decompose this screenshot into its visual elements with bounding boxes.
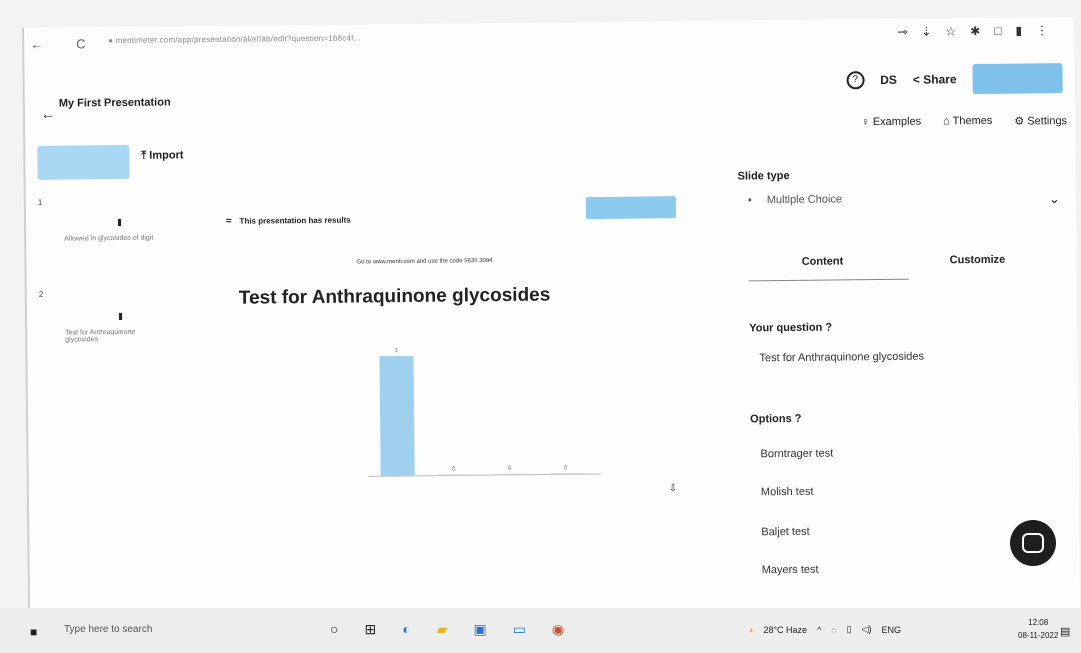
active-tab-underline (748, 278, 909, 282)
clock-date: 08-11-2022 (1018, 631, 1059, 640)
browser-back-icon[interactable]: ← (30, 37, 43, 52)
slide-type-value: Multiple Choice (766, 193, 843, 207)
thumbnail-bar (118, 312, 123, 320)
chart-bar (379, 355, 415, 477)
task-view-icon[interactable]: ⊞ (364, 621, 376, 638)
join-instructions: Go to www.menti.com and use the code 563… (356, 258, 493, 266)
extension-icon[interactable]: ⊸ (897, 25, 907, 39)
tray-chevron-icon[interactable]: ^ (817, 625, 821, 635)
slide-type-icon: ▪ (747, 194, 752, 207)
language-indicator[interactable]: ENG (882, 625, 902, 635)
chart-data-label: 1 (395, 348, 399, 354)
puzzle-icon[interactable]: ✱ (970, 24, 980, 38)
results-notice: ≈ This presentation has results (226, 215, 351, 227)
file-explorer-icon[interactable]: ▰ (437, 621, 448, 638)
browser-window: ← C ● mentimeter.com/app/presentation/al… (22, 16, 1081, 640)
slide-thumbnail-1[interactable]: 1 Allowed in glycosides of digit (34, 196, 215, 258)
taskbar-search-input[interactable]: Type here to search (64, 624, 152, 635)
store-icon[interactable]: ▣ (473, 621, 486, 638)
bookmark-star-icon[interactable]: ☆ (945, 24, 956, 38)
reset-results-button[interactable] (585, 196, 677, 220)
download-icon[interactable]: ⇩ (669, 483, 678, 494)
chart-data-label: 0 (508, 466, 512, 472)
slide-number: 1 (37, 197, 43, 207)
mail-icon[interactable]: ▭ (513, 621, 526, 638)
system-tray: ◑ 28°C Haze ^ ◌ ▯ ◁) ENG (748, 624, 901, 635)
back-arrow-icon[interactable]: ← (41, 106, 55, 122)
slide-type-select[interactable]: ▪ Multiple Choice (748, 191, 1048, 206)
tab-customize[interactable]: Customize (950, 254, 1006, 267)
results-text: This presentation has results (239, 215, 351, 226)
import-button[interactable]: ⤒ Import (141, 149, 183, 162)
themes-link[interactable]: ⌂ Themes (943, 115, 992, 129)
weather-text[interactable]: 28°C Haze (763, 625, 807, 635)
thumbnail-bar (118, 218, 122, 227)
top-links: ♀ Examples ⌂ Themes ⚙ Settings (861, 114, 1067, 129)
chart-data-label: 0 (564, 465, 568, 471)
present-button[interactable] (972, 63, 1063, 95)
header-actions: ? DS < Share (846, 63, 1063, 95)
new-slide-button[interactable] (37, 144, 130, 180)
share-button[interactable]: < Share (913, 72, 957, 86)
slide-number: 2 (38, 289, 44, 299)
edit-panel: Slide type ▪ Multiple Choice ⌄ Content C… (738, 167, 1068, 576)
results-icon: ≈ (225, 215, 232, 227)
chevron-down-icon[interactable]: ⌄ (1049, 191, 1060, 207)
option-input-3[interactable]: Baljet test (761, 526, 809, 539)
thumbnail-label: Test for Anthraquinone glycosides (65, 328, 136, 344)
option-input-4[interactable]: Mayers test (762, 564, 819, 577)
taskbar-apps: ○ ⊞ ◐ ▰ ▣ ▭ ◉ (330, 621, 564, 638)
settings-link[interactable]: ⚙ Settings (1014, 114, 1067, 128)
cortana-icon[interactable]: ○ (330, 621, 338, 638)
edge-icon[interactable]: ◐ (402, 621, 410, 638)
download-icon[interactable]: ⇣ (921, 24, 931, 38)
option-input-2[interactable]: Molish test (761, 486, 814, 499)
extension-icons: ⊸ ⇣ ☆ ✱ □ ▮ ⋮ (897, 23, 1048, 39)
weather-icon: ◑ (748, 624, 754, 635)
results-bar-chart: 1 0 0 0 (368, 348, 601, 477)
battery-icon[interactable]: ▯ (847, 624, 852, 635)
taskbar-clock[interactable]: 12:08 08-11-2022 (1018, 616, 1058, 642)
option-input-1[interactable]: Borntrager test (760, 448, 833, 461)
tab-content[interactable]: Content (802, 255, 844, 267)
examples-link[interactable]: ♀ Examples (861, 116, 921, 130)
notification-icon[interactable]: ▤ (1060, 625, 1070, 638)
network-icon[interactable]: ◌ (831, 625, 836, 635)
user-avatar[interactable]: DS (880, 73, 897, 87)
menu-kebab-icon[interactable]: ⋮ (1036, 23, 1048, 37)
taskbar: ■ Type here to search ○ ⊞ ◐ ▰ ▣ ▭ ◉ ◑ 28… (0, 608, 1081, 653)
profile-icon[interactable]: ▮ (1015, 24, 1022, 38)
question-label: Your question ? (749, 321, 833, 335)
clock-time: 12:08 (1028, 618, 1049, 627)
window-icon[interactable]: □ (994, 24, 1001, 38)
question-input[interactable]: Test for Anthraquinone glycosides (759, 351, 924, 365)
chrome-icon[interactable]: ◉ (552, 621, 564, 638)
presentation-title[interactable]: My First Presentation (59, 96, 171, 109)
chat-support-button[interactable] (1010, 520, 1056, 566)
thumbnail-label: Allowed in glycosides of digit (64, 234, 154, 243)
slide-title: Test for Anthraquinone glycosides (238, 284, 551, 309)
chart-data-label: 0 (452, 466, 456, 472)
options-label: Options ? (750, 412, 802, 426)
help-icon[interactable]: ? (846, 71, 865, 90)
browser-toolbar: ← C ● mentimeter.com/app/presentation/al… (24, 17, 1074, 64)
slide-thumbnail-2[interactable]: 2 Test for Anthraquinone glycosides (35, 288, 216, 360)
volume-icon[interactable]: ◁) (862, 624, 872, 635)
windows-start-icon[interactable]: ■ (30, 625, 37, 639)
chat-icon (1022, 533, 1044, 553)
reload-icon[interactable]: C (76, 36, 86, 51)
panel-tabs: Content Customize (748, 253, 1058, 268)
address-bar[interactable]: ● mentimeter.com/app/presentation/al/ef/… (108, 33, 361, 45)
slide-type-label: Slide type (737, 169, 790, 183)
